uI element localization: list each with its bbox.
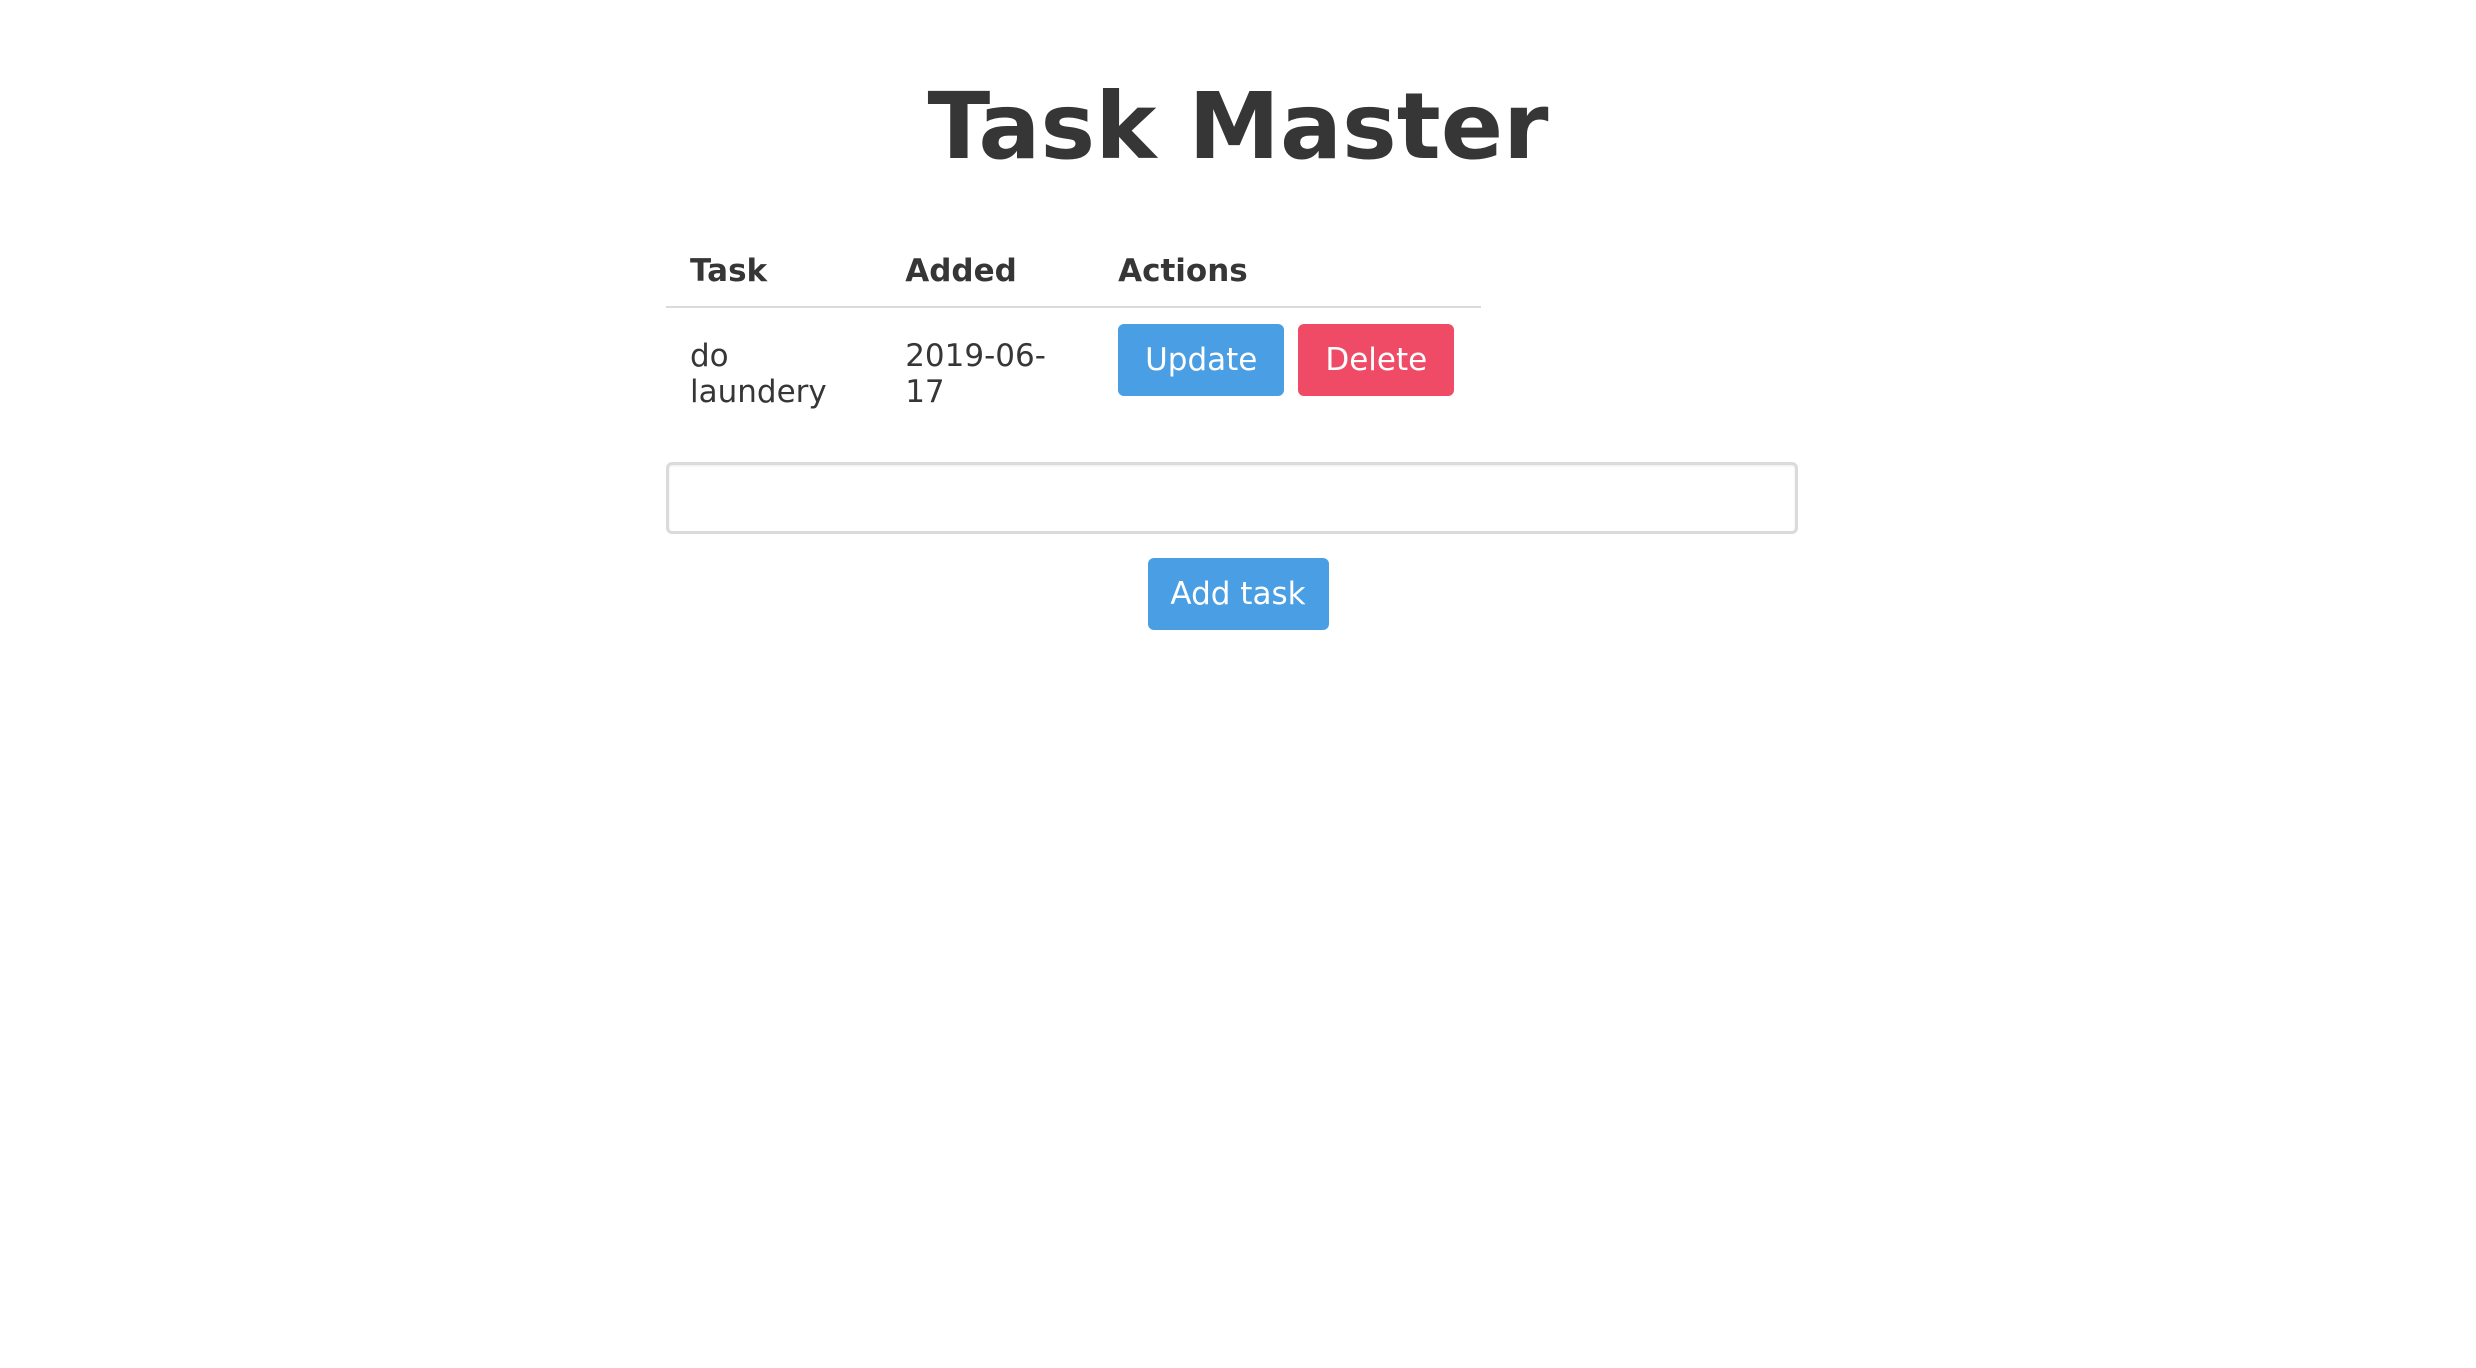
delete-button[interactable]: Delete (1298, 324, 1455, 396)
column-header-task: Task (666, 236, 882, 308)
task-added-cell: 2019-06-17 (905, 338, 1046, 410)
page-title: Task Master (927, 73, 1549, 180)
task-actions-cell: Update Delete (1094, 307, 1481, 426)
table-header: Task Added Actions (666, 236, 1481, 308)
add-task-container: Add task (0, 558, 2476, 630)
table-row: do laundery 2019-06-17 Update Delete (666, 307, 1481, 426)
new-task-input[interactable] (666, 462, 1798, 534)
add-task-button[interactable]: Add task (1147, 558, 1329, 630)
update-button[interactable]: Update (1118, 324, 1285, 396)
task-table: Task Added Actions do laundery 2019-06-1… (666, 236, 1481, 426)
task-name-cell: do laundery (690, 338, 827, 410)
table-header-row: Task Added Actions (666, 236, 1481, 308)
column-header-added: Added (881, 236, 1095, 308)
table-body: do laundery 2019-06-17 Update Delete (666, 307, 1481, 426)
column-header-actions: Actions (1094, 236, 1481, 308)
